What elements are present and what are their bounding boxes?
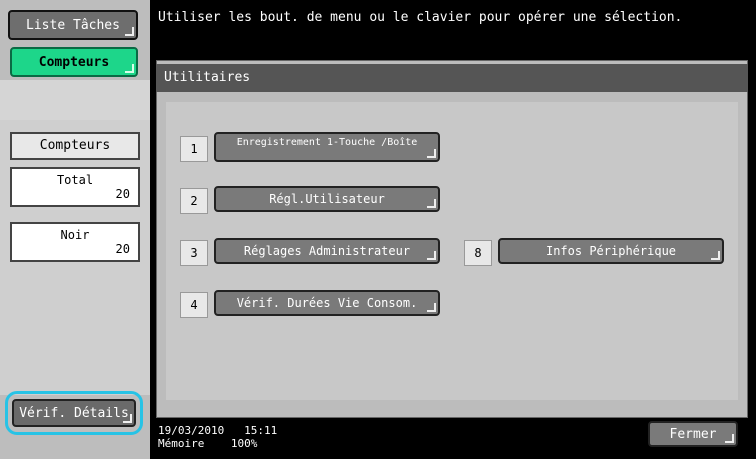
instruction-message: Utiliser les bout. de menu ou le clavier… — [158, 10, 683, 25]
date-text: 19/03/2010 — [158, 424, 225, 437]
verif-details-button[interactable]: Vérif. Détails — [12, 399, 136, 427]
item-number-8: 8 — [464, 240, 492, 266]
noir-label: Noir — [60, 228, 90, 242]
compteurs-tab-button[interactable]: Compteurs — [10, 47, 138, 77]
verif-durees-vie-button[interactable]: Vérif. Durées Vie Consom. — [214, 290, 440, 316]
liste-taches-button[interactable]: Liste Tâches — [8, 10, 138, 40]
time-text: 15:11 — [244, 424, 278, 437]
item-number-1: 1 — [180, 136, 208, 162]
noir-counter: Noir 20 — [10, 222, 140, 262]
datetime-row: 19/03/2010 15:11 — [158, 424, 277, 437]
item-number-2: 2 — [180, 188, 208, 214]
left-stripe-band — [0, 80, 150, 120]
memory-label: Mémoire — [158, 437, 205, 450]
enregistrement-button[interactable]: Enregistrement 1-Touche /Boîte — [214, 132, 440, 162]
left-panel: Liste Tâches Compteurs Compteurs Total 2… — [0, 0, 150, 459]
regl-utilisateur-button[interactable]: Régl.Utilisateur — [214, 186, 440, 212]
fermer-button[interactable]: Fermer — [648, 421, 738, 447]
item-number-3: 3 — [180, 240, 208, 266]
counters-title: Compteurs — [10, 132, 140, 160]
memory-row: Mémoire 100% — [158, 437, 277, 450]
memory-value: 100% — [230, 437, 258, 450]
total-value: 20 — [115, 187, 130, 201]
total-label: Total — [56, 173, 94, 187]
total-counter: Total 20 — [10, 167, 140, 207]
reglages-administrateur-button[interactable]: Réglages Administrateur — [214, 238, 440, 264]
copier-screen: Liste Tâches Compteurs Compteurs Total 2… — [0, 0, 756, 459]
noir-value: 20 — [115, 242, 130, 256]
status-readout: 19/03/2010 15:11 Mémoire 100% — [158, 424, 277, 450]
item-number-4: 4 — [180, 292, 208, 318]
utilitaires-title: Utilitaires — [156, 64, 748, 92]
infos-peripherique-button[interactable]: Infos Périphérique — [498, 238, 724, 264]
